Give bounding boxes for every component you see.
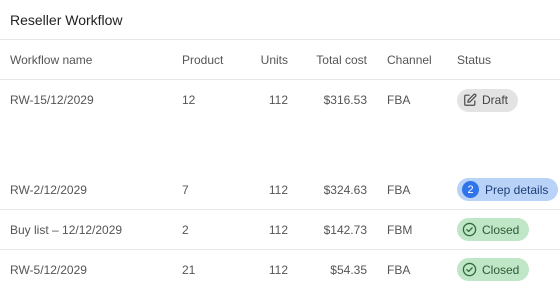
units-cell: 112 <box>268 93 288 107</box>
column-header-status[interactable]: Status <box>457 40 560 80</box>
prep-count-badge: 2 <box>462 181 479 198</box>
status-label: Draft <box>482 93 509 107</box>
channel-cell: FBA <box>387 262 411 277</box>
card-title: Reseller Workflow <box>10 11 123 28</box>
status-label: Closed <box>482 262 520 277</box>
total-cost-cell: $54.35 <box>330 262 367 277</box>
workflow-name-cell[interactable]: RW-2/12/2029 <box>0 170 182 210</box>
status-label: Prep details <box>485 182 549 197</box>
edit-icon <box>462 93 477 108</box>
units-cell: 112 <box>232 170 288 210</box>
table-row[interactable]: Buy list – 12/12/2029 2 112 $142.73 FBM … <box>0 209 560 250</box>
total-cost-cell: $316.53 <box>323 93 367 107</box>
product-cell: 12 <box>182 93 196 107</box>
status-cell: Closed <box>457 209 560 250</box>
status-badge[interactable]: Draft <box>457 88 519 112</box>
units-cell: 112 <box>268 262 288 277</box>
column-header-workflow-name[interactable]: Workflow name <box>0 40 182 80</box>
total-cost-cell: $324.63 <box>288 170 367 210</box>
spacer-cell <box>0 120 560 170</box>
units-cell: 112 <box>232 209 288 250</box>
channel-cell: FBA <box>367 170 457 210</box>
status-cell: Draft <box>457 80 560 121</box>
status-badge[interactable]: Closed <box>457 258 530 281</box>
card-header: Reseller Workflow <box>0 0 560 40</box>
table-row[interactable]: RW-5/12/2029 21 112 $54.35 FBA Closed <box>0 250 560 290</box>
product-cell: 2 <box>182 209 232 250</box>
column-header-total-cost[interactable]: Total cost <box>288 40 367 80</box>
table-row[interactable]: RW-15/12/2029 12 112 $316.53 FBA Draft <box>0 80 560 121</box>
workflow-name-cell[interactable]: Buy list – 12/12/2029 <box>0 209 182 250</box>
check-circle-icon <box>462 222 477 237</box>
column-header-units[interactable]: Units <box>232 40 288 80</box>
product-cell: 7 <box>182 170 232 210</box>
table-header: Workflow name Product Units Total cost C… <box>0 40 560 80</box>
table-body: RW-15/12/2029 12 112 $316.53 FBA Draft R… <box>0 80 560 290</box>
row-spacer <box>0 120 560 170</box>
table-header-row: Workflow name Product Units Total cost C… <box>0 40 560 80</box>
status-badge[interactable]: Closed <box>457 218 530 241</box>
check-circle-icon <box>462 262 477 277</box>
workflow-table: Workflow name Product Units Total cost C… <box>0 40 560 289</box>
product-cell: 21 <box>182 262 196 277</box>
channel-cell: FBA <box>387 93 411 107</box>
channel-cell: FBM <box>367 209 457 250</box>
total-cost-cell: $142.73 <box>288 209 367 250</box>
column-header-product[interactable]: Product <box>182 40 232 80</box>
status-label: Closed <box>482 222 520 237</box>
workflow-name-cell[interactable]: RW-15/12/2029 <box>0 80 182 121</box>
status-cell: 2 Prep details <box>457 170 560 210</box>
reseller-workflow-card: Reseller Workflow Workflow name Product … <box>0 0 560 290</box>
status-badge[interactable]: 2 Prep details <box>457 178 559 201</box>
column-header-channel[interactable]: Channel <box>367 40 457 80</box>
status-cell: Closed <box>457 250 560 290</box>
workflow-name-cell[interactable]: RW-5/12/2029 <box>0 250 182 290</box>
table-row[interactable]: RW-2/12/2029 7 112 $324.63 FBA 2 Prep de… <box>0 170 560 210</box>
